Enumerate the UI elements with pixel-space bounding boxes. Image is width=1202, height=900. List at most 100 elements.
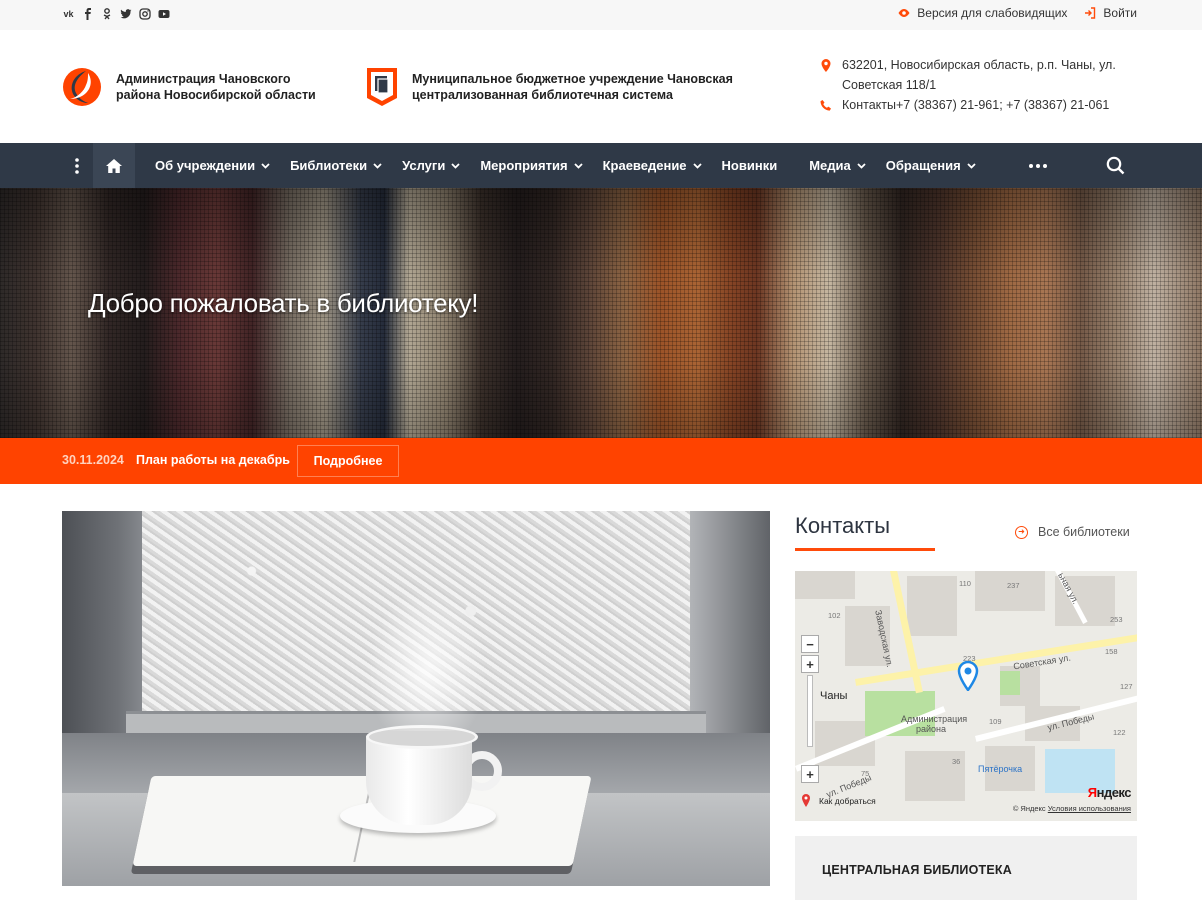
location-pin-icon <box>820 55 834 95</box>
map-number: 237 <box>1007 581 1020 590</box>
yandex-map[interactable]: Чаны Советская ул. Заводская ул. ул. Поб… <box>795 571 1137 821</box>
nav-item-label: Обращения <box>885 158 961 173</box>
map-number: 75 <box>861 769 870 778</box>
map-zoom-control: − + + <box>801 635 819 785</box>
news-title[interactable]: План работы на декабрь <box>136 453 290 467</box>
library-card[interactable]: ЦЕНТРАЛЬНАЯ БИБЛИОТЕКА <box>795 836 1137 900</box>
copyright-text: © Яндекс <box>1012 804 1046 813</box>
map-marker-icon[interactable] <box>957 661 979 691</box>
all-libraries-label: Все библиотеки <box>1038 525 1130 539</box>
more-dots-icon[interactable] <box>1026 143 1050 188</box>
social-links: vk <box>62 7 170 20</box>
home-button[interactable] <box>93 143 135 188</box>
contacts-text[interactable]: Контакты+7 (38367) 21-961; +7 (38367) 21… <box>842 95 1109 115</box>
zoom-in-button[interactable]: + <box>801 655 819 673</box>
map-number: 36 <box>952 757 961 766</box>
admin-name: Администрация Чановского района Новосиби… <box>116 72 316 102</box>
featured-image[interactable] <box>62 511 770 886</box>
nav-item[interactable]: Об учреждении <box>145 143 280 188</box>
odnoklassniki-icon[interactable] <box>100 7 113 20</box>
library-logo-icon <box>367 68 397 106</box>
nav-item[interactable]: Новинки <box>712 143 800 188</box>
chevron-down-icon <box>261 163 270 169</box>
yandex-logo[interactable]: Яндекс <box>1088 785 1132 800</box>
map-park <box>1000 671 1020 695</box>
nav-item-label: Библиотеки <box>290 158 368 173</box>
header-contacts: 632201, Новосибирская область, р.п. Чаны… <box>820 55 1140 115</box>
chevron-down-icon <box>573 163 583 169</box>
chevron-down-icon <box>451 163 460 169</box>
nav-item-label: Краеведение <box>602 158 687 173</box>
instagram-icon[interactable] <box>138 7 151 20</box>
top-bar: vk Версия для слабовидящих Войти <box>0 0 1202 30</box>
map-road <box>855 633 1137 686</box>
nav-item-label: Об учреждении <box>155 158 256 173</box>
map-number: 110 <box>959 579 971 588</box>
twitter-icon[interactable] <box>119 7 132 20</box>
route-pin-icon <box>802 794 810 807</box>
map-label-admin: Администрация района <box>901 714 968 734</box>
map-block <box>975 571 1045 611</box>
login-label: Войти <box>1103 6 1137 20</box>
news-date: 30.11.2024 <box>62 453 124 467</box>
home-icon <box>106 158 122 173</box>
facebook-icon[interactable] <box>81 7 94 20</box>
steam <box>362 581 492 731</box>
nav-item[interactable]: Услуги <box>392 143 470 188</box>
vk-icon[interactable]: vk <box>62 7 75 20</box>
low-vision-link[interactable]: Версия для слабовидящих <box>897 6 1067 20</box>
nav-menu: Об учреждении Библиотеки Услуги Мероприятия… <box>145 143 986 188</box>
map-number: 158 <box>1105 647 1118 656</box>
site-header: Администрация Чановского района Новосиби… <box>0 30 1202 143</box>
low-vision-label: Версия для слабовидящих <box>917 6 1068 20</box>
youtube-icon[interactable] <box>157 7 170 20</box>
search-icon <box>1106 156 1124 175</box>
nav-item[interactable]: Обращения <box>876 143 986 188</box>
route-link[interactable]: Как добраться <box>801 794 876 807</box>
map-number: 109 <box>989 717 1002 726</box>
map-number: 122 <box>1113 728 1126 737</box>
nav-item-label: Мероприятия <box>480 158 568 173</box>
chevron-down-icon <box>967 163 976 169</box>
map-copyright: © Яндекс Условия использования <box>1013 804 1131 813</box>
map-block <box>907 576 957 636</box>
news-more-button[interactable]: Подробнее <box>297 445 399 477</box>
admin-brand[interactable]: Администрация Чановского района Новосиби… <box>62 67 336 107</box>
all-libraries-link[interactable]: ➜ Все библиотеки <box>1015 525 1130 539</box>
login-icon <box>1085 7 1096 19</box>
heading-underline <box>795 548 935 551</box>
address-text: 632201, Новосибирская область, р.п. Чаны… <box>842 58 1116 92</box>
main-nav: Об учреждении Библиотеки Услуги Мероприятия… <box>0 143 1202 188</box>
zoom-in-bottom-button[interactable]: + <box>801 765 819 783</box>
nav-item-label: Услуги <box>402 158 446 173</box>
coffee-cup <box>366 725 478 825</box>
vertical-dots-icon[interactable] <box>62 143 92 188</box>
search-button[interactable] <box>1102 143 1128 188</box>
nav-item[interactable]: Краеведение <box>593 143 712 188</box>
phone-icon <box>820 95 834 115</box>
contacts-heading: Контакты <box>795 513 891 538</box>
library-card-title: ЦЕНТРАЛЬНАЯ БИБЛИОТЕКА <box>822 863 1012 877</box>
zoom-out-button[interactable]: − <box>801 635 819 653</box>
login-link[interactable]: Войти <box>1083 6 1137 20</box>
admin-logo-icon <box>63 68 101 106</box>
nav-item-label: Медиа <box>809 158 851 173</box>
arrow-right-circle-icon: ➜ <box>1015 525 1028 539</box>
zoom-slider[interactable] <box>807 675 813 747</box>
nav-item[interactable]: Мероприятия <box>470 143 592 188</box>
map-number: 102 <box>828 611 841 620</box>
chevron-down-icon <box>857 163 866 169</box>
map-label-shop: Пятёрочка <box>978 764 1023 774</box>
nav-item[interactable]: Медиа <box>799 143 876 188</box>
route-label: Как добраться <box>819 795 876 806</box>
map-label-town: Чаны <box>820 690 848 702</box>
library-brand[interactable]: Муниципальное бюджетное учреждение Чанов… <box>366 67 772 107</box>
map-number: 253 <box>1110 615 1123 624</box>
nav-item-label: Новинки <box>721 158 778 173</box>
news-ticker: 30.11.2024 План работы на декабрь Подроб… <box>0 438 1202 484</box>
chevron-down-icon <box>692 163 702 169</box>
hero-banner: Добро пожаловать в библиотеку! <box>0 188 1202 438</box>
chevron-down-icon <box>373 163 382 169</box>
nav-item[interactable]: Библиотеки <box>280 143 392 188</box>
terms-link[interactable]: Условия использования <box>1048 804 1131 813</box>
